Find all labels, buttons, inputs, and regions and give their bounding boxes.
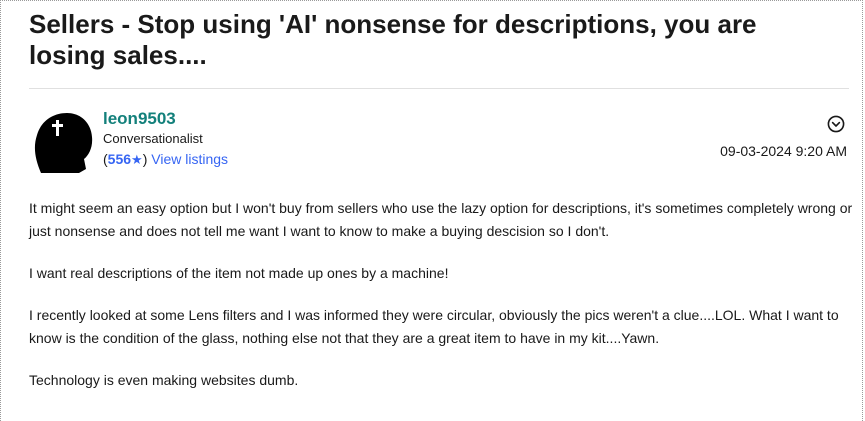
feedback-close-paren: ) <box>142 151 148 167</box>
chevron-down-circle-icon <box>827 115 845 133</box>
avatar[interactable] <box>29 109 97 173</box>
post-body: It might seem an easy option but I won't… <box>29 197 859 411</box>
post-timestamp: 09-03-2024 9:20 AM <box>720 143 847 159</box>
author-rank: Conversationalist <box>103 131 203 146</box>
post-container: Sellers - Stop using 'AI' nonsense for d… <box>0 0 863 421</box>
feedback-score[interactable]: 556 <box>108 151 131 167</box>
title-divider <box>29 88 849 89</box>
post-title: Sellers - Stop using 'AI' nonsense for d… <box>29 9 757 70</box>
author-username[interactable]: leon9503 <box>103 109 176 129</box>
user-silhouette-icon <box>34 113 93 173</box>
view-listings-link[interactable]: View listings <box>151 151 228 167</box>
star-icon: ★ <box>131 152 143 167</box>
post-paragraph: I want real descriptions of the item not… <box>29 265 449 281</box>
author-feedback: (556★) View listings <box>103 151 228 168</box>
post-paragraph: It might seem an easy option but I won't… <box>29 200 853 239</box>
post-paragraph: Technology is even making websites dumb. <box>29 372 299 388</box>
post-paragraph: I recently looked at some Lens filters a… <box>29 307 839 346</box>
post-options-button[interactable] <box>827 115 845 133</box>
